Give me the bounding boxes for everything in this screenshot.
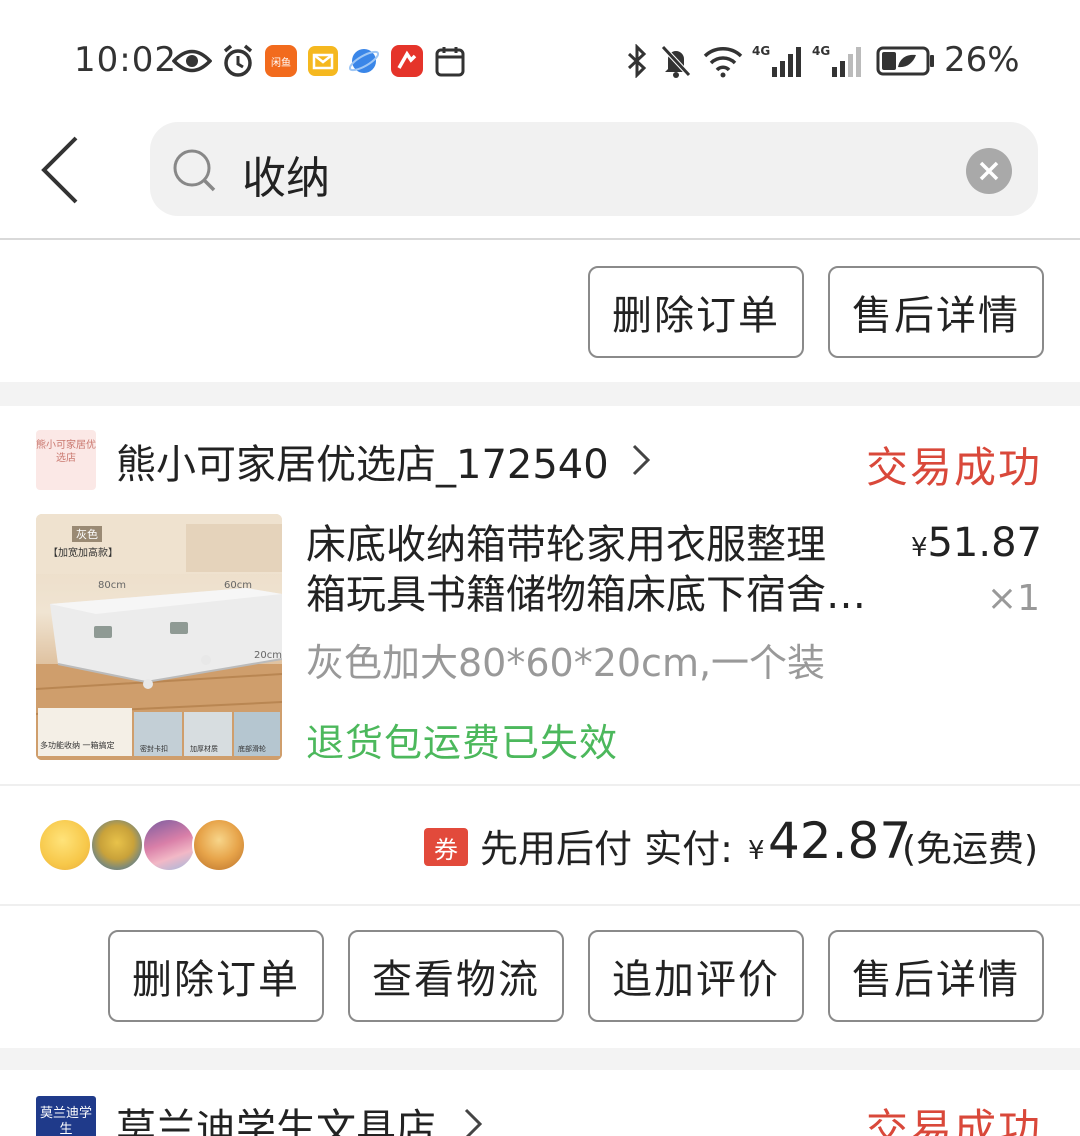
mute-bell-icon xyxy=(660,42,692,80)
delete-order-button[interactable]: 删除订单 xyxy=(588,266,804,358)
shop-logo[interactable]: 莫兰迪学生 xyxy=(36,1096,96,1136)
xianyu-app-icon: 闲鱼 xyxy=(265,42,297,80)
svg-text:4G: 4G xyxy=(812,44,830,58)
battery-icon xyxy=(876,42,936,80)
avatar xyxy=(192,818,246,872)
eye-icon xyxy=(172,42,212,80)
battery-percent: 26% xyxy=(944,40,1020,80)
divider xyxy=(0,904,1080,906)
pay-label: 先用后付 实付: xyxy=(480,827,733,871)
shop-name[interactable]: 熊小可家居优选店_172540 xyxy=(116,432,609,490)
delete-order-button[interactable]: 删除订单 xyxy=(108,930,324,1022)
image-feature-label: 密封卡扣 xyxy=(140,745,168,753)
close-icon xyxy=(979,161,999,181)
image-feature-label: 底部滑轮 xyxy=(238,745,266,753)
coupon-badge: 券 xyxy=(424,828,468,866)
chevron-right-icon[interactable] xyxy=(462,1106,484,1136)
avatar xyxy=(90,818,144,872)
product-spec: 灰色加大80*60*20cm,一个装 xyxy=(306,641,826,685)
mail-icon xyxy=(306,42,340,80)
image-color-label: 灰色 xyxy=(72,526,102,542)
product-title-line: 床底收纳箱带轮家用衣服整理 xyxy=(306,522,826,568)
app-red-icon xyxy=(389,42,425,80)
shop-name[interactable]: 莫兰迪学生文具店 xyxy=(116,1096,436,1136)
search-input[interactable]: 收纳 xyxy=(242,142,330,206)
image-width-label: 80cm xyxy=(98,580,126,591)
product-title-line: 箱玩具书籍储物箱床底下宿舍… xyxy=(306,572,866,618)
product-quantity: ×1 xyxy=(986,578,1040,619)
wifi-icon xyxy=(700,42,746,80)
avatar xyxy=(142,818,196,872)
product-title[interactable]: 床底收纳箱带轮家用衣服整理 箱玩具书籍储物箱床底下宿舍… xyxy=(306,520,886,620)
chevron-right-icon[interactable] xyxy=(630,442,652,478)
bluetooth-icon xyxy=(624,42,650,80)
after-sales-button[interactable]: 售后详情 xyxy=(828,266,1044,358)
clear-search-button[interactable] xyxy=(966,148,1012,194)
price-value: 51.87 xyxy=(927,520,1042,566)
product-price: ¥51.87 xyxy=(911,520,1042,566)
image-height-label: 20cm xyxy=(254,650,282,661)
divider xyxy=(0,784,1080,786)
product-image[interactable]: 灰色 【加宽加高款】 80cm 60cm 20cm 多功能收纳 一箱搞定 密封卡… xyxy=(36,514,282,760)
image-tag-label: 【加宽加高款】 xyxy=(48,548,118,559)
section-gap xyxy=(0,382,1080,406)
header-divider xyxy=(0,238,1080,240)
shipping-note: (免运费) xyxy=(902,829,1039,870)
search-bar[interactable]: 收纳 xyxy=(150,122,1038,216)
order-status: 交易成功 xyxy=(865,1105,1042,1136)
status-bar: 10:02 闲鱼 4G 4G 26% xyxy=(0,0,1080,110)
clock: 10:02 xyxy=(74,40,177,80)
back-button[interactable] xyxy=(38,132,88,212)
image-feature-label: 多功能收纳 一箱搞定 xyxy=(40,741,115,750)
browser-icon xyxy=(348,42,380,80)
avatar xyxy=(38,818,92,872)
add-review-button[interactable]: 追加评价 xyxy=(588,930,804,1022)
image-feature-label: 加厚材质 xyxy=(190,745,218,753)
order-status: 交易成功 xyxy=(865,443,1042,492)
signal-4g-icon: 4G xyxy=(752,42,804,80)
track-logistics-button[interactable]: 查看物流 xyxy=(348,930,564,1022)
calendar-icon xyxy=(434,42,466,80)
currency-symbol: ¥ xyxy=(910,533,928,563)
image-depth-label: 60cm xyxy=(224,580,252,591)
pay-currency: ¥ xyxy=(748,836,765,866)
svg-text:4G: 4G xyxy=(752,44,770,58)
section-gap xyxy=(0,1048,1080,1070)
after-sales-button[interactable]: 售后详情 xyxy=(828,930,1044,1022)
alarm-icon xyxy=(220,42,256,80)
refund-shipping-note: 退货包运费已失效 xyxy=(306,721,619,765)
signal-4g-2-icon: 4G xyxy=(812,42,864,80)
shop-logo[interactable]: 熊小可家居优选店 xyxy=(36,430,96,490)
pay-amount: 42.87 xyxy=(768,812,912,870)
search-icon xyxy=(172,146,220,194)
